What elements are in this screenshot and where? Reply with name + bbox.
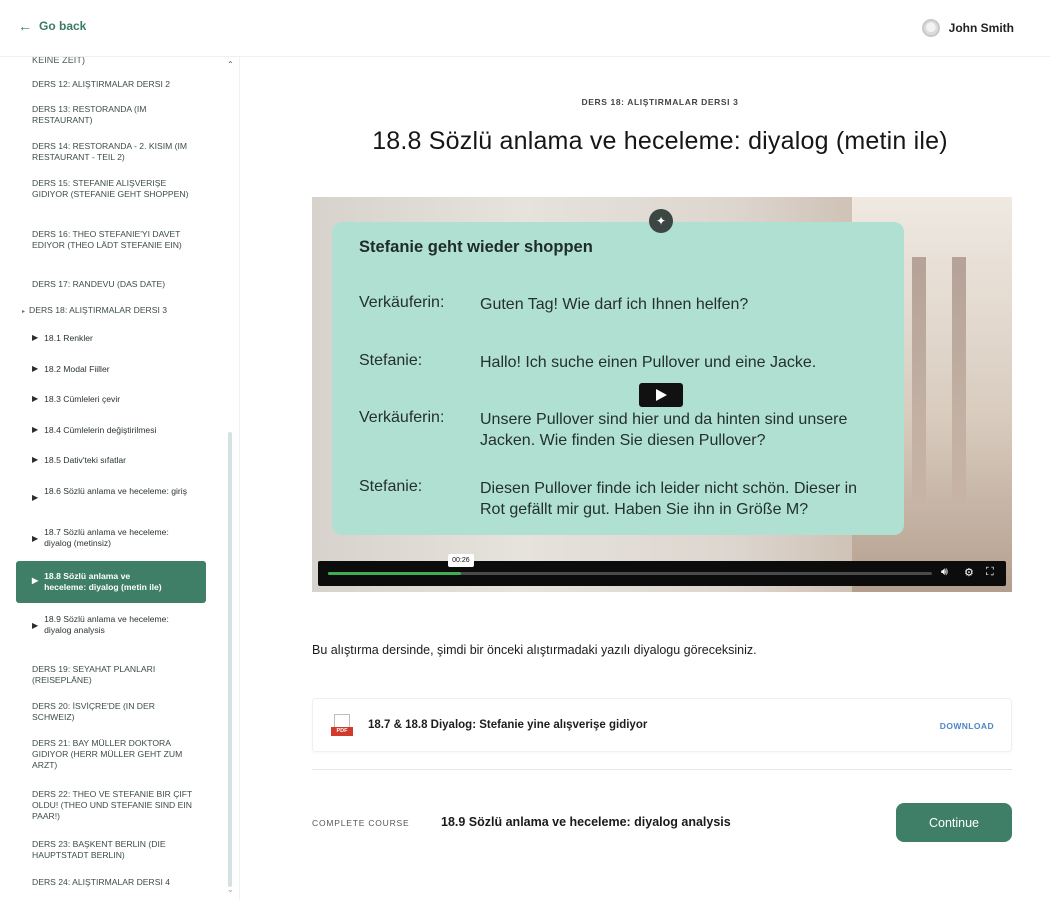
sidebar-sublesson-label: 18.4 Cümlelerin değiştirilmesi [44,425,157,435]
next-lesson-title: 18.9 Sözlü anlama ve heceleme: diyalog a… [441,815,731,829]
sidebar-lesson[interactable]: DERS 12: ALIŞTIRMALAR DERSI 2 [32,79,197,90]
download-attachment: PDF 18.7 & 18.8 Diyalog: Stefanie yine a… [312,698,1012,752]
dialog-line: Stefanie: Diesen Pullover finde ich leid… [359,478,899,520]
sidebar-lesson[interactable]: DERS 19: SEYAHAT PLANLARI (REISEPLÄNE) [32,664,197,686]
sidebar-sublesson-label: 18.1 Renkler [44,333,93,343]
caret-down-icon: ▸ [22,309,26,315]
sidebar-sublesson-active[interactable]: ▶ 18.8 Sözlü anlama ve heceleme: diyalog … [16,561,206,603]
top-bar: ← Go back John Smith [0,0,1050,57]
download-link[interactable]: DOWNLOAD [940,721,994,731]
go-back-link[interactable]: ← Go back [18,19,86,33]
chevron-down-icon[interactable]: ⌄ [227,885,234,894]
sidebar-scrollbar-thumb[interactable] [228,432,232,887]
volume-icon[interactable]: 🔊︎ [941,566,948,579]
dialog-speaker: Stefanie: [359,478,423,495]
user-menu[interactable]: John Smith [921,19,1014,37]
sidebar-lesson[interactable]: DERS 24: ALIŞTIRMALAR DERSI 4 [32,877,197,888]
sidebar-sublesson[interactable]: ▶ 18.1 Renkler [32,333,202,344]
pdf-file-icon: PDF [331,714,353,738]
lesson-description: Bu alıştırma dersinde, şimdi bir önceki … [312,643,757,657]
dialog-speaker: Verkäuferin: [359,409,445,426]
dialog-speaker: Stefanie: [359,352,423,369]
go-back-label: Go back [39,19,87,33]
dialog-line: Stefanie: Hallo! Ich suche einen Pullove… [359,352,899,373]
page-title: 18.8 Sözlü anlama ve heceleme: diyalog (… [372,127,948,155]
play-triangle-icon: ▶ [32,425,39,434]
play-triangle-icon: ▶ [32,364,39,373]
video-progress [328,572,461,575]
play-triangle-icon: ▶ [32,621,39,630]
sidebar-lesson[interactable]: DERS 13: RESTORANDA (IM RESTAURANT) [32,104,197,126]
clothing-rack [952,257,966,507]
video-time-tooltip: 00:26 [447,554,474,567]
complete-course-label[interactable]: COMPLETE COURSE [312,818,410,828]
dialog-text: Guten Tag! Wie darf ich Ihnen helfen? [480,296,749,313]
play-triangle-icon: ▶ [32,455,39,464]
dialog-card: Stefanie geht wieder shoppen Verkäuferin… [332,222,904,535]
sidebar-sublesson-label: 18.5 Dativ'teki sıfatlar [44,455,127,465]
sidebar-lesson[interactable]: DERS 15: STEFANIE ALIŞVERIŞE GIDIYOR (ST… [32,178,197,200]
sidebar-sublesson-label: 18.8 Sözlü anlama ve heceleme: diyalog (… [44,571,162,592]
play-button[interactable] [639,383,683,407]
sidebar-sublesson[interactable]: ▶ 18.4 Cümlelerin değiştirilmesi [32,425,202,436]
dialog-speaker: Verkäuferin: [359,294,445,311]
continue-button[interactable]: Continue [896,803,1012,842]
sidebar-lesson-label: DERS 18: ALIŞTIRMALAR DERSI 3 [29,305,168,315]
sidebar-lesson[interactable]: DERS 17: RANDEVU (DAS DATE) [32,279,197,290]
divider [312,769,1012,770]
play-triangle-icon: ▶ [32,534,39,543]
lesson-content: DERS 18: ALIŞTIRMALAR DERSI 3 18.8 Sözlü… [240,57,1050,900]
video-seek-bar[interactable]: 00:26 [328,554,932,575]
clothing-rack [912,257,926,507]
sidebar-sublesson[interactable]: ▶ 18.2 Modal Fiiller [32,364,202,375]
dialog-text: Hallo! Ich suche einen Pullover und eine… [480,354,817,371]
play-triangle-icon: ▶ [32,394,39,403]
sidebar-sublesson-label: 18.6 Sözlü anlama ve heceleme: giriş [44,486,187,496]
play-triangle-icon: ▶ [32,333,39,342]
play-triangle-icon: ▶ [32,493,39,502]
settings-gear-icon[interactable]: ⚙ [964,566,974,579]
video-player[interactable]: Stefanie geht wieder shoppen Verkäuferin… [312,197,1012,592]
sidebar-lesson-current[interactable]: ▸ DERS 18: ALIŞTIRMALAR DERSI 3 [22,305,202,318]
sidebar-sublesson[interactable]: ▶ 18.6 Sözlü anlama ve heceleme: giriş [32,486,202,504]
sidebar-lesson-partial[interactable]: KEINE ZEIT) [32,57,85,65]
course-sidebar: KEINE ZEIT) DERS 12: ALIŞTIRMALAR DERSI … [0,57,240,900]
sidebar-lesson[interactable]: DERS 22: THEO VE STEFANIE BIR ÇIFT OLDU!… [32,789,197,822]
sidebar-lesson[interactable]: DERS 23: BAŞKENT BERLIN (DIE HAUPTSTADT … [32,839,197,861]
video-controls: 00:26 🔊︎ ⚙ ⛶ [318,554,1006,586]
sidebar-sublesson[interactable]: ▶ 18.5 Dativ'teki sıfatlar [32,455,202,466]
avatar [921,19,940,37]
sidebar-lesson[interactable]: DERS 20: İSVİÇRE'DE (IN DER SCHWEIZ) [32,701,197,723]
sidebar-sublesson[interactable]: ▶ 18.7 Sözlü anlama ve heceleme: diyalog … [32,527,202,548]
sidebar-sublesson-label: 18.7 Sözlü anlama ve heceleme: diyalog (… [44,527,169,548]
sidebar-sublesson-label: 18.2 Modal Fiiller [44,364,110,374]
attachment-name: 18.7 & 18.8 Diyalog: Stefanie yine alışv… [368,719,648,731]
ai-sparkle-icon[interactable]: ✦ [649,209,673,233]
arrow-left-icon: ← [18,18,32,34]
dialog-line: Verkäuferin: Unsere Pullover sind hier u… [359,409,899,451]
sidebar-sublesson-label: 18.9 Sözlü anlama ve heceleme: diyalog a… [44,614,169,635]
sidebar-sublesson[interactable]: ▶ 18.9 Sözlü anlama ve heceleme: diyalog … [32,614,202,635]
dialog-text: Unsere Pullover sind hier und da hinten … [480,411,848,449]
dialog-text: Diesen Pullover finde ich leider nicht s… [480,480,858,518]
sidebar-lesson[interactable]: DERS 21: BAY MÜLLER DOKTORA GIDIYOR (HER… [32,738,197,771]
user-name: John Smith [948,21,1014,35]
breadcrumb: DERS 18: ALIŞTIRMALAR DERSI 3 [581,97,739,107]
play-triangle-icon: ▶ [32,576,39,585]
pdf-file-type: PDF [331,727,353,736]
dialog-line: Verkäuferin: Guten Tag! Wie darf ich Ihn… [359,294,899,315]
sidebar-lesson[interactable]: DERS 16: THEO STEFANIE'YI DAVET EDIYOR (… [32,229,197,251]
sidebar-sublesson-label: 18.3 Cümleleri çevir [44,394,121,404]
chevron-up-icon[interactable]: ⌃ [227,60,234,69]
dialog-card-title: Stefanie geht wieder shoppen [359,238,593,256]
sidebar-sublesson[interactable]: ▶ 18.3 Cümleleri çevir [32,394,202,405]
fullscreen-icon[interactable]: ⛶ [986,566,994,579]
sidebar-lesson[interactable]: DERS 14: RESTORANDA - 2. KISIM (IM RESTA… [32,141,197,163]
